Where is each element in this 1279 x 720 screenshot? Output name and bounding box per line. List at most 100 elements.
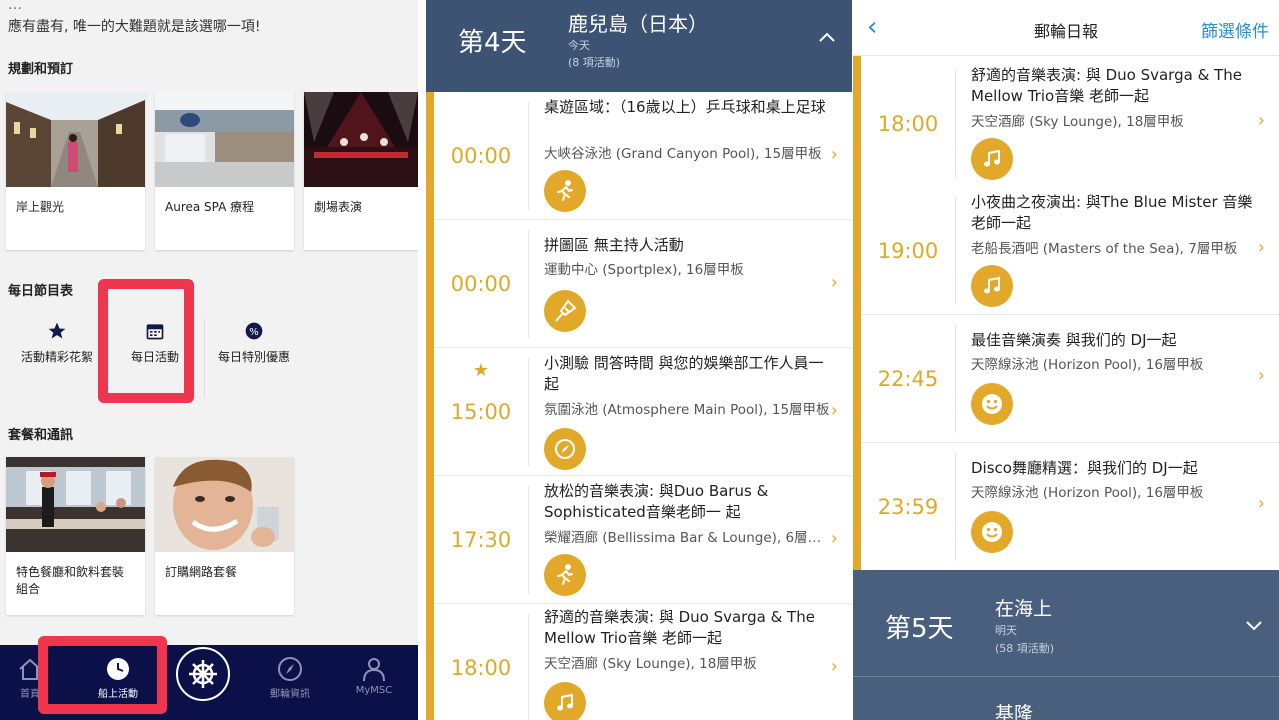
event-time: 18:00 — [877, 112, 939, 136]
event-time: 00:00 — [450, 272, 512, 296]
explore-panel: … 應有盡有, 唯一的大難題就是該選哪一項! 規劃和預訂 岸上觀光 Aurea … — [0, 0, 418, 720]
shore-excursion-image — [6, 92, 145, 187]
event-row[interactable]: 00:00 桌遊區域：（16歲以上）乒乓球和桌上足球 大峽谷泳池 (Grand … — [434, 92, 852, 220]
day-header-6[interactable]: 基隆 — [853, 677, 1279, 720]
divider — [528, 614, 529, 720]
event-location: 天際線泳池 (Horizon Pool), 16層甲板 — [971, 485, 1204, 501]
event-row[interactable]: 18:00 舒適的音樂表演: 與 Duo Svarga & The Mellow… — [861, 60, 1279, 188]
smiley-icon — [971, 511, 1013, 553]
chevron-right-icon[interactable]: › — [1258, 493, 1265, 514]
intro-text: … 應有盡有, 唯一的大難題就是該選哪一項! — [8, 0, 261, 35]
day-header[interactable]: 第4天 鹿兒島（日本） 今天 (8 項活動) — [426, 0, 852, 92]
svg-text:%: % — [249, 327, 259, 338]
tab-cruise-info[interactable]: 郵輪資訊 — [262, 653, 318, 700]
section-title-daily-programme: 每日節目表 — [8, 284, 74, 299]
music-note-icon — [971, 138, 1013, 180]
calendar-icon — [112, 320, 198, 342]
daily-special-offers-button[interactable]: % 每日特別優惠 — [210, 320, 298, 365]
chevron-right-icon[interactable]: › — [831, 400, 838, 421]
daily-activities-button[interactable]: 每日活動 — [112, 320, 198, 365]
divider — [955, 325, 956, 433]
divider — [528, 486, 529, 594]
divider — [955, 453, 956, 561]
card-label: 特色餐廳和飲料套裝組合 — [16, 565, 125, 596]
event-title: 拼圖區 無主持人活動 — [544, 236, 684, 254]
chevron-right-icon[interactable]: › — [831, 272, 838, 293]
event-row[interactable]: ★ 15:00 小測驗 問答時間 與您的娛樂部工作人員一起 氛圍泳池 (Atmo… — [434, 348, 852, 476]
divider — [955, 70, 956, 178]
day-number: 第4天 — [458, 28, 527, 58]
event-location: 大峽谷泳池 (Grand Canyon Pool), 15層甲板 — [544, 146, 822, 162]
card-theatre-shows[interactable]: 劇場表演 — [304, 92, 418, 250]
card-shore-excursions[interactable]: 岸上觀光 — [6, 92, 145, 250]
day-port: 鹿兒島（日本） — [568, 12, 708, 36]
event-time: 00:00 — [450, 144, 512, 168]
day-header-5[interactable]: 第5天 在海上 明天 (58 項活動) — [853, 570, 1279, 676]
event-time: 23:59 — [877, 495, 939, 519]
event-location: 榮耀酒廊 (Bellissima Bar & Lounge), 6層甲板 — [544, 530, 832, 546]
day-port: 在海上 — [995, 598, 1053, 620]
event-row[interactable]: 22:45 最佳音樂演奏 與我们的 DJ一起 天際線泳池 (Horizon Po… — [861, 315, 1279, 443]
card-dining-drink-packages[interactable]: 特色餐廳和飲料套裝組合 — [6, 457, 145, 615]
chevron-up-icon[interactable] — [818, 28, 836, 47]
event-location: 氛圍泳池 (Atmosphere Main Pool), 15層甲板 — [544, 402, 830, 418]
internet-image — [155, 457, 294, 552]
event-location: 天空酒廊 (Sky Lounge), 18層甲板 — [971, 114, 1184, 130]
event-title: 桌遊區域：（16歲以上）乒乓球和桌上足球 — [544, 98, 826, 116]
chevron-right-icon[interactable]: › — [1258, 110, 1265, 131]
tab-label: 首頁 — [20, 689, 40, 700]
daily-item-label: 每日活動 — [130, 350, 179, 364]
clock-icon — [68, 653, 168, 685]
event-row[interactable]: 18:00 舒適的音樂表演: 與 Duo Svarga & The Mellow… — [434, 604, 852, 720]
card-label: 岸上觀光 — [16, 200, 65, 214]
dining-image — [6, 457, 145, 552]
card-aurea-spa[interactable]: Aurea SPA 療程 — [155, 92, 294, 250]
card-label: 劇場表演 — [314, 200, 363, 214]
event-title: 最佳音樂演奏 與我们的 DJ一起 — [971, 331, 1177, 349]
tab-mymsc[interactable]: MyMSC — [348, 653, 400, 696]
daily-activities-panel: 第4天 鹿兒島（日本） 今天 (8 項活動) 00:00 桌遊區域：（16歲以上… — [426, 0, 852, 720]
tab-ship-wheel[interactable] — [176, 647, 232, 701]
bottom-tab-bar: 首頁 船上活動 郵輪資訊 MyMSC — [0, 645, 418, 720]
event-row[interactable]: 00:00 拼圖區 無主持人活動 運動中心 (Sportplex), 16層甲板… — [434, 220, 852, 348]
person-icon — [348, 653, 400, 685]
event-time: 19:00 — [877, 239, 939, 263]
day-activity-count: (58 項活動) — [995, 642, 1055, 655]
card-label: 訂購網路套餐 — [165, 565, 238, 579]
event-time: 18:00 — [450, 656, 512, 680]
event-title: 舒適的音樂表演: 與 Duo Svarga & The Mellow Trio音… — [544, 608, 815, 647]
tab-label: MyMSC — [355, 685, 393, 696]
event-title: 放松的音樂表演: 與Duo Barus & Sophisticated音樂老師一… — [544, 482, 769, 521]
chevron-right-icon[interactable]: › — [1258, 237, 1265, 258]
chevron-down-icon[interactable] — [1245, 616, 1263, 635]
daily-highlights-button[interactable]: 活動精彩花絮 — [14, 320, 100, 365]
tab-onboard-activities[interactable]: 船上活動 — [68, 653, 168, 700]
favorite-star-icon[interactable]: ★ — [434, 360, 528, 381]
divider — [103, 318, 104, 398]
card-label: Aurea SPA 療程 — [165, 200, 255, 214]
event-time: 15:00 — [450, 400, 512, 424]
day-number: 第5天 — [885, 614, 954, 644]
event-row[interactable]: 23:59 Disco舞廳精選：與我们的 DJ一起 天際線泳池 (Horizon… — [861, 443, 1279, 571]
event-row[interactable]: 17:30 放松的音樂表演: 與Duo Barus & Sophisticate… — [434, 476, 852, 604]
chevron-right-icon[interactable]: › — [831, 144, 838, 165]
home-icon — [8, 653, 52, 685]
chevron-right-icon[interactable]: › — [831, 528, 838, 549]
event-row[interactable]: 19:00 小夜曲之夜演出: 與The Blue Mister 音樂老師一起 老… — [861, 187, 1279, 315]
day-relative: 明天 — [995, 624, 1017, 637]
tab-home[interactable]: 首頁 — [8, 653, 52, 700]
section-title-packages: 套餐和通訊 — [8, 428, 74, 443]
smiley-icon — [971, 383, 1013, 425]
daily-item-label: 活動精彩花絮 — [20, 350, 93, 364]
event-title: 小測驗 問答時間 與您的娛樂部工作人員一起 — [544, 354, 824, 393]
event-time: 17:30 — [450, 528, 512, 552]
chevron-right-icon[interactable]: › — [1258, 365, 1265, 386]
day-port: 基隆 — [995, 703, 1034, 720]
day-accent-bar — [426, 92, 434, 720]
event-location: 天際線泳池 (Horizon Pool), 16層甲板 — [971, 357, 1204, 373]
filter-button[interactable]: 篩選條件 — [1201, 17, 1269, 42]
card-internet-packages[interactable]: 訂購網路套餐 — [155, 457, 294, 615]
chevron-right-icon[interactable]: › — [831, 656, 838, 677]
compass-icon — [262, 653, 318, 685]
top-nav-bar: ‹ 郵輪日報 篩選條件 — [853, 0, 1279, 56]
